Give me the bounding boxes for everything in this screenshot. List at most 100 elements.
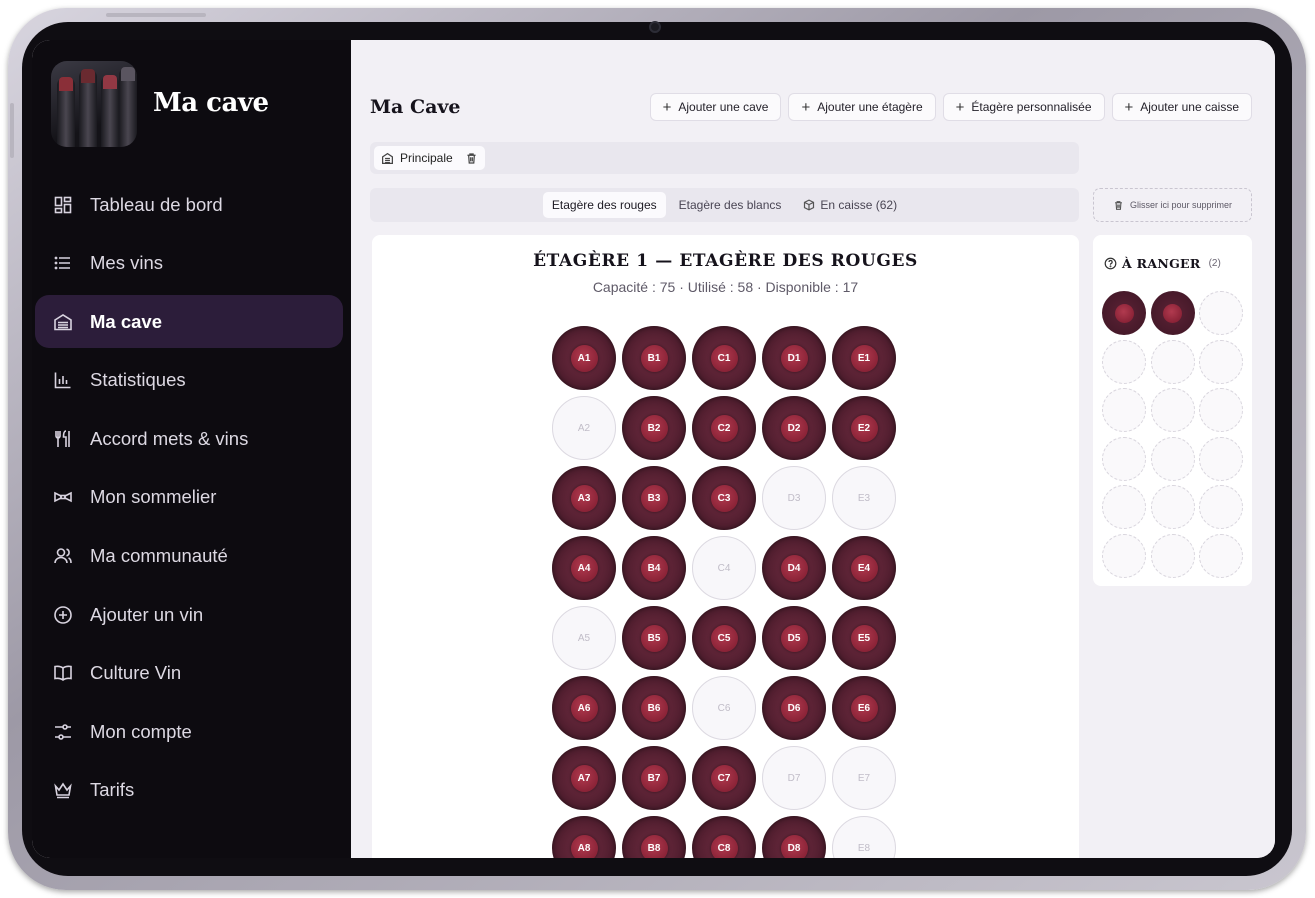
bottle-slot-d3[interactable]: D3 (762, 466, 826, 530)
bottle-slot-d2[interactable]: D2 (762, 396, 826, 460)
empty-storage-slot[interactable] (1150, 388, 1195, 432)
slot-label: A3 (570, 484, 598, 512)
trash-icon[interactable] (465, 152, 478, 165)
empty-storage-slot[interactable] (1102, 388, 1146, 432)
sidebar-item-mon-compte[interactable]: Mon compte (35, 705, 343, 758)
bottle-slot-d6[interactable]: D6 (762, 676, 826, 740)
bottle-slot-e5[interactable]: E5 (832, 606, 896, 670)
bottle-slot-e4[interactable]: E4 (832, 536, 896, 600)
slot-label: D3 (787, 492, 801, 504)
empty-storage-slot[interactable] (1150, 339, 1195, 384)
bottle-slot-b3[interactable]: B3 (622, 466, 686, 530)
delete-drop-zone[interactable]: Glisser ici pour supprimer (1093, 188, 1252, 222)
unplaced-bottle[interactable] (1102, 291, 1146, 335)
bottle-slot-b4[interactable]: B4 (622, 536, 686, 600)
bottle-slot-c8[interactable]: C8 (692, 816, 756, 858)
bottle-slot-b7[interactable]: B7 (622, 746, 686, 810)
sidebar-item-culture-vin[interactable]: Culture Vin (35, 647, 343, 700)
bottle-slot-e8[interactable]: E8 (832, 816, 896, 858)
tab-white-shelf[interactable]: Etagère des blancs (670, 192, 791, 218)
tab-label: En caisse (62) (820, 198, 898, 212)
add-case-button[interactable]: + Ajouter une caisse (1111, 93, 1252, 121)
empty-storage-slot[interactable] (1102, 485, 1146, 529)
bottle-slot-e7[interactable]: E7 (832, 746, 896, 810)
empty-storage-slot[interactable] (1199, 388, 1243, 432)
list-icon (53, 253, 73, 273)
add-cave-button[interactable]: + Ajouter une cave (649, 93, 782, 121)
bottle-slot-a5[interactable]: A5 (552, 606, 616, 670)
sidebar: Ma cave Tableau de bord Mes vins Ma cave St… (32, 40, 351, 858)
empty-storage-slot[interactable] (1199, 291, 1243, 335)
bottle-slot-b6[interactable]: B6 (622, 676, 686, 740)
bottle-slot-b1[interactable]: B1 (622, 326, 686, 390)
empty-storage-slot[interactable] (1199, 339, 1243, 384)
sidebar-item-ma-communauté[interactable]: Ma communauté (35, 530, 343, 583)
bottle-slot-a4[interactable]: A4 (552, 536, 616, 600)
help-circle-icon (1104, 257, 1117, 270)
bottle-slot-a3[interactable]: A3 (552, 466, 616, 530)
bottle-slot-d4[interactable]: D4 (762, 536, 826, 600)
empty-storage-slot[interactable] (1150, 436, 1195, 481)
bottle-slot-d8[interactable]: D8 (762, 816, 826, 858)
bottle-slot-d5[interactable]: D5 (762, 606, 826, 670)
sidebar-item-label: Statistiques (90, 369, 186, 391)
to-store-panel: À RANGER (2) (1093, 235, 1252, 586)
bottle-slot-c3[interactable]: C3 (692, 466, 756, 530)
empty-storage-slot[interactable] (1199, 533, 1243, 578)
bottle-slot-e3[interactable]: E3 (832, 466, 896, 530)
add-shelf-button[interactable]: + Ajouter une étagère (788, 93, 936, 121)
bottle-slot-a6[interactable]: A6 (552, 676, 616, 740)
sidebar-item-tableau-de-bord[interactable]: Tableau de bord (35, 178, 343, 231)
bottle-slot-c6[interactable]: C6 (692, 676, 756, 740)
bottle-slot-e6[interactable]: E6 (832, 676, 896, 740)
sidebar-item-mes-vins[interactable]: Mes vins (35, 237, 343, 290)
tab-red-shelf[interactable]: Etagère des rouges (542, 192, 666, 218)
sidebar-item-accord-mets-vins[interactable]: Accord mets & vins (35, 412, 343, 465)
plus-icon: + (1124, 98, 1134, 116)
bottle-slot-c2[interactable]: C2 (692, 396, 756, 460)
bottle-slot-b8[interactable]: B8 (622, 816, 686, 858)
shelf-grid: A1 B1 C1 D1 E1 A2 B2 C2 D2 E2 A3 B3 C3 D3 E3 A4 B4 C4 D4 E4… (552, 326, 899, 858)
empty-storage-slot[interactable] (1102, 436, 1146, 481)
slot-label: B3 (640, 484, 668, 512)
bottle-slot-e1[interactable]: E1 (832, 326, 896, 390)
sidebar-item-ma-cave[interactable]: Ma cave (35, 295, 343, 349)
empty-storage-slot[interactable] (1150, 485, 1195, 529)
bottle-slot-a2[interactable]: A2 (552, 396, 616, 460)
bottle-slot-c7[interactable]: C7 (692, 746, 756, 810)
bottle-slot-a7[interactable]: A7 (552, 746, 616, 810)
sidebar-item-tarifs[interactable]: Tarifs (35, 764, 343, 817)
empty-storage-slot[interactable] (1199, 485, 1243, 529)
slot-label: D4 (780, 554, 808, 582)
bottle-slot-a8[interactable]: A8 (552, 816, 616, 858)
bottle-slot-c5[interactable]: C5 (692, 606, 756, 670)
cave-tab-principale[interactable]: Principale (374, 146, 485, 170)
bottle-slot-d7[interactable]: D7 (762, 746, 826, 810)
bottle-slot-b2[interactable]: B2 (622, 396, 686, 460)
bottle-slot-e2[interactable]: E2 (832, 396, 896, 460)
crown-icon (53, 780, 73, 800)
slot-label: D1 (780, 344, 808, 372)
bottle-slot-b5[interactable]: B5 (622, 606, 686, 670)
unplaced-bottle[interactable] (1150, 291, 1195, 335)
slot-label: A2 (577, 422, 591, 434)
bottle-slot-a1[interactable]: A1 (552, 326, 616, 390)
sidebar-item-label: Ajouter un vin (90, 603, 204, 625)
sidebar-item-mon-sommelier[interactable]: Mon sommelier (35, 471, 343, 524)
slot-label: E5 (850, 624, 878, 652)
settings-sliders-icon (53, 722, 73, 742)
sidebar-item-label: Accord mets & vins (90, 427, 249, 449)
empty-storage-slot[interactable] (1102, 533, 1146, 578)
empty-storage-slot[interactable] (1150, 533, 1195, 578)
bottle-slot-d1[interactable]: D1 (762, 326, 826, 390)
bottle-slot-c4[interactable]: C4 (692, 536, 756, 600)
empty-storage-slot[interactable] (1199, 436, 1243, 481)
empty-storage-slot[interactable] (1102, 339, 1146, 384)
bottle-slot-c1[interactable]: C1 (692, 326, 756, 390)
volume-button (10, 103, 14, 158)
tab-in-case[interactable]: En caisse (62) (794, 192, 906, 218)
sidebar-item-statistiques[interactable]: Statistiques (35, 354, 343, 407)
custom-shelf-button[interactable]: + Étagère personnalisée (942, 93, 1105, 121)
sidebar-item-ajouter-un-vin[interactable]: Ajouter un vin (35, 588, 343, 641)
slot-label: C4 (717, 562, 731, 574)
